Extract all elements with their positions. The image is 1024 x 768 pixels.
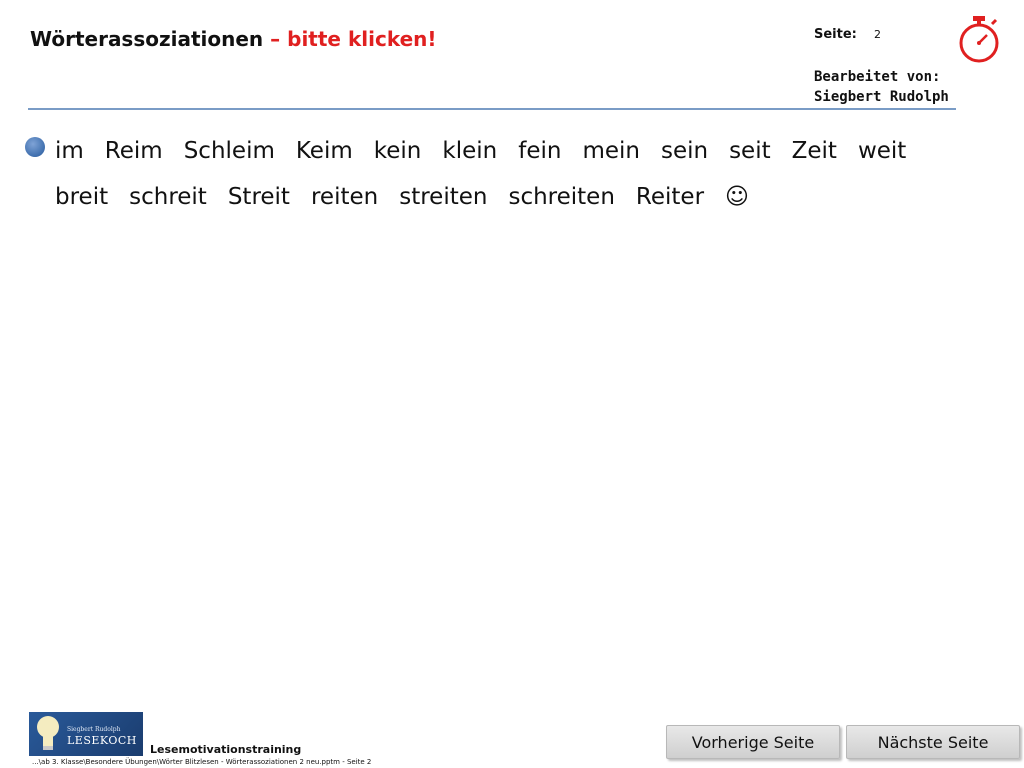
word-item[interactable]: schreiten xyxy=(508,174,614,220)
header-divider xyxy=(28,108,956,110)
word-item[interactable]: mein xyxy=(582,128,640,174)
title-call-to-action: bitte klicken! xyxy=(287,27,437,51)
footer-label: Lesemotivationstraining xyxy=(150,743,302,756)
page-number: 2 xyxy=(874,28,881,41)
word-item[interactable]: breit xyxy=(55,174,108,220)
word-item[interactable]: Reim xyxy=(105,128,163,174)
editor-info: Bearbeitet von: Siegbert Rudolph xyxy=(814,67,949,107)
lesekoch-logo: Siegbert Rudolph LESEKOCH xyxy=(29,712,143,756)
editor-name: Siegbert Rudolph xyxy=(814,89,949,105)
word-item[interactable]: fein xyxy=(518,128,561,174)
word-list: im Reim Schleim Keim kein klein fein mein sein se… xyxy=(55,128,955,220)
file-path: ...\ab 3. Klasse\Besondere Übungen\Wörte… xyxy=(32,758,372,766)
previous-page-button[interactable]: Vorherige Seite xyxy=(666,725,840,759)
word-item[interactable]: seit xyxy=(729,128,771,174)
word-item[interactable]: reiten xyxy=(311,174,378,220)
bullet-icon xyxy=(25,137,45,157)
word-item[interactable]: klein xyxy=(442,128,497,174)
word-item[interactable]: streiten xyxy=(399,174,487,220)
word-item[interactable]: Reiter xyxy=(636,174,704,220)
word-item[interactable]: Keim xyxy=(296,128,353,174)
smiley-icon[interactable]: ☺ xyxy=(725,174,749,220)
page-label: Seite: xyxy=(814,27,857,42)
word-item[interactable]: schreit xyxy=(129,174,207,220)
word-item[interactable]: Zeit xyxy=(792,128,837,174)
word-item[interactable]: kein xyxy=(374,128,422,174)
logo-subtitle: Siegbert Rudolph xyxy=(67,726,121,733)
word-item[interactable]: im xyxy=(55,128,84,174)
title-separator: – xyxy=(263,27,288,51)
page-title: Wörterassoziationen – bitte klicken! xyxy=(30,27,437,51)
editor-label: Bearbeitet von: xyxy=(814,69,941,85)
logo-title: LESEKOCH xyxy=(67,734,137,747)
next-page-button[interactable]: Nächste Seite xyxy=(846,725,1020,759)
title-main: Wörterassoziationen xyxy=(30,27,264,51)
stopwatch-icon[interactable] xyxy=(956,14,1002,64)
word-item[interactable]: weit xyxy=(858,128,906,174)
word-item[interactable]: Schleim xyxy=(184,128,275,174)
word-item[interactable]: sein xyxy=(661,128,708,174)
lightbulb-logo-icon xyxy=(37,716,59,750)
word-item[interactable]: Streit xyxy=(228,174,290,220)
